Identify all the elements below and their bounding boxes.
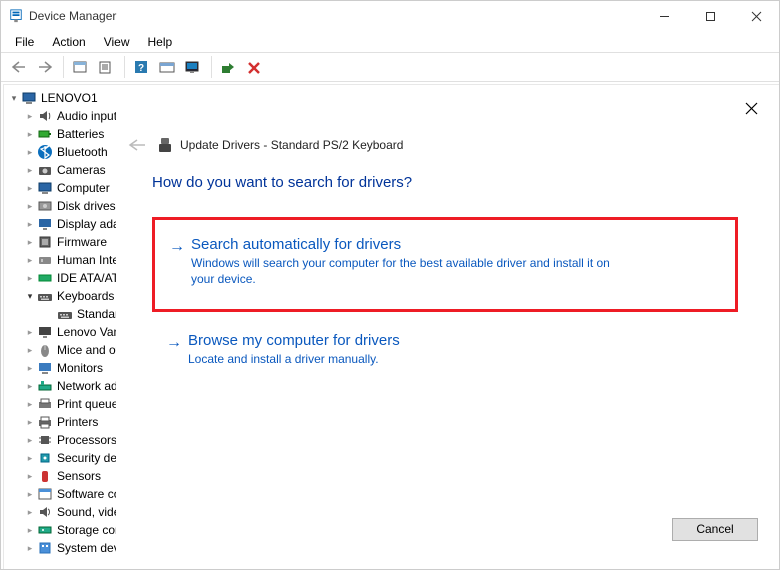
keyboard-icon [158,137,172,153]
help-button[interactable]: ? [129,56,153,78]
separator [63,56,64,78]
dialog-prompt: How do you want to search for drivers? [152,174,738,191]
update-driver-button[interactable] [181,56,205,78]
separator [211,56,212,78]
scan-button[interactable] [155,56,179,78]
option-title: Search automatically for drivers [191,236,611,253]
window-title: Device Manager [29,9,641,23]
cancel-button[interactable]: Cancel [672,518,758,541]
menu-help[interactable]: Help [140,33,181,51]
menu-view[interactable]: View [96,33,138,51]
arrow-right-icon: → [166,332,188,367]
menu-action[interactable]: Action [44,33,93,51]
device-manager-icon [9,9,23,23]
minimize-button[interactable] [641,1,687,31]
svg-text:?: ? [138,63,144,74]
toolbar: ? [1,52,779,82]
menu-bar: File Action View Help [1,31,779,52]
option-description: Locate and install a driver manually. [188,351,400,367]
dialog-title: Update Drivers - Standard PS/2 Keyboard [180,138,403,152]
dialog-back-button[interactable] [124,138,150,152]
uninstall-device-button[interactable] [242,56,266,78]
properties-button[interactable] [94,56,118,78]
title-bar: Device Manager [1,1,779,31]
option-description: Windows will search your computer for th… [191,255,611,287]
arrow-right-icon: → [169,236,191,287]
enable-device-button[interactable] [216,56,240,78]
forward-button[interactable] [33,56,57,78]
separator [124,56,125,78]
dialog-close-button[interactable] [736,93,766,123]
close-button[interactable] [733,1,779,31]
update-drivers-dialog: Update Drivers - Standard PS/2 Keyboard … [116,89,776,552]
show-hidden-button[interactable] [68,56,92,78]
option-title: Browse my computer for drivers [188,332,400,349]
option-browse-computer[interactable]: → Browse my computer for drivers Locate … [152,326,738,377]
menu-file[interactable]: File [7,33,42,51]
option-search-automatically[interactable]: → Search automatically for drivers Windo… [152,217,738,312]
back-button[interactable] [7,56,31,78]
maximize-button[interactable] [687,1,733,31]
